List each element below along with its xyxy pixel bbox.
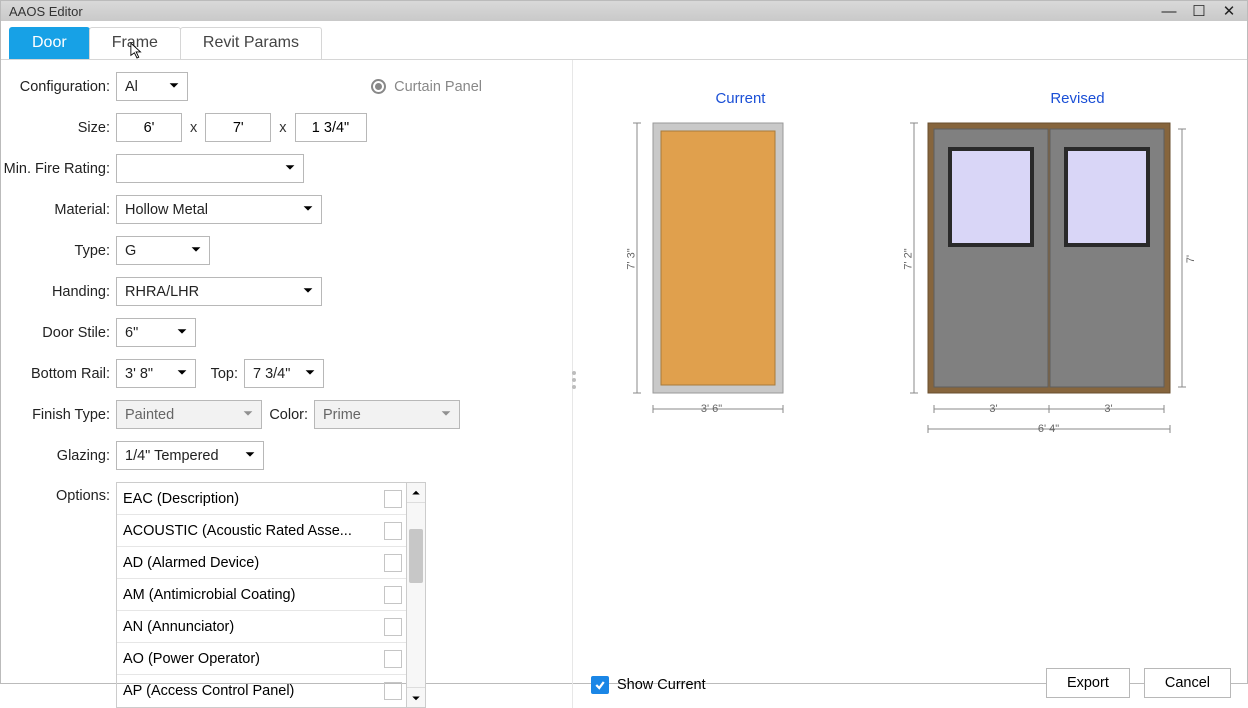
bottomrail-label: Bottom Rail: [1, 366, 116, 382]
cursor-icon [130, 42, 144, 60]
minimize-button[interactable]: — [1159, 1, 1179, 21]
radio-icon [371, 79, 386, 94]
option-checkbox[interactable] [384, 618, 402, 636]
chevron-down-icon [189, 242, 203, 260]
scroll-up-button[interactable] [407, 483, 425, 503]
title-bar: AAOS Editor — ☐ ✕ [1, 1, 1247, 21]
tab-frame[interactable]: Frame [89, 27, 181, 60]
option-row[interactable]: AN (Annunciator) [117, 611, 406, 643]
doorstile-label: Door Stile: [1, 325, 116, 341]
chevron-down-icon [175, 324, 189, 342]
doorstile-select[interactable]: 6" [116, 318, 196, 347]
window-title: AAOS Editor [9, 4, 83, 19]
chevron-down-icon [301, 283, 315, 301]
type-label: Type: [1, 243, 116, 259]
size-label: Size: [1, 120, 116, 136]
option-checkbox[interactable] [384, 682, 402, 700]
scroll-track[interactable] [407, 503, 425, 687]
option-row[interactable]: AO (Power Operator) [117, 643, 406, 675]
option-row[interactable]: AD (Alarmed Device) [117, 547, 406, 579]
finishtype-select[interactable]: Painted [116, 400, 262, 429]
scroll-thumb[interactable] [409, 529, 423, 583]
option-checkbox[interactable] [384, 490, 402, 508]
glazing-select[interactable]: 1/4" Tempered [116, 441, 264, 470]
configuration-label: Configuration: [1, 79, 116, 95]
tab-revit-params[interactable]: Revit Params [180, 27, 322, 60]
option-row[interactable]: AM (Antimicrobial Coating) [117, 579, 406, 611]
scroll-down-button[interactable] [407, 687, 425, 707]
option-row[interactable]: EAC (Description) [117, 483, 406, 515]
current-label: Current [715, 90, 765, 107]
handing-label: Handing: [1, 284, 116, 300]
configuration-select[interactable]: Al [116, 72, 188, 101]
option-checkbox[interactable] [384, 650, 402, 668]
revised-door-preview: 7' 2" 7' 3' 3' 6' 4" [904, 113, 1194, 443]
bottomrail-select[interactable]: 3' 8" [116, 359, 196, 388]
maximize-button[interactable]: ☐ [1189, 1, 1209, 21]
material-label: Material: [1, 202, 116, 218]
size-width-input[interactable]: 6' [116, 113, 182, 142]
size-height-input[interactable]: 7' [205, 113, 271, 142]
curtain-panel-radio[interactable]: Curtain Panel [371, 79, 482, 95]
chevron-down-icon [439, 406, 453, 424]
options-scrollbar[interactable] [406, 482, 426, 708]
chevron-down-icon [243, 447, 257, 465]
options-list[interactable]: EAC (Description) ACOUSTIC (Acoustic Rat… [116, 482, 406, 708]
type-select[interactable]: G [116, 236, 210, 265]
minfire-select[interactable] [116, 154, 304, 183]
top-select[interactable]: 7 3/4" [244, 359, 324, 388]
option-row[interactable]: AP (Access Control Panel) [117, 675, 406, 707]
chevron-down-icon [175, 365, 189, 383]
color-select[interactable]: Prime [314, 400, 460, 429]
close-button[interactable]: ✕ [1219, 1, 1239, 21]
option-checkbox[interactable] [384, 586, 402, 604]
tab-door[interactable]: Door [9, 27, 90, 60]
option-checkbox[interactable] [384, 554, 402, 572]
option-row[interactable]: ACOUSTIC (Acoustic Rated Asse... [117, 515, 406, 547]
chevron-down-icon [301, 201, 315, 219]
chevron-down-icon [303, 365, 317, 383]
top-label: Top: [196, 366, 244, 382]
color-label: Color: [262, 407, 314, 423]
options-label: Options: [1, 482, 116, 504]
current-door-preview: 7' 3" 3' 6" [627, 113, 797, 443]
option-checkbox[interactable] [384, 522, 402, 540]
chevron-down-icon [283, 160, 297, 178]
minfire-label: Min. Fire Rating: [1, 161, 116, 177]
revised-label: Revised [1050, 90, 1104, 107]
handing-select[interactable]: RHRA/LHR [116, 277, 322, 306]
chevron-down-icon [167, 78, 181, 96]
export-button[interactable]: Export [1046, 668, 1130, 698]
size-thickness-input[interactable]: 1 3/4" [295, 113, 367, 142]
glazing-label: Glazing: [1, 448, 116, 464]
checkbox-icon [591, 676, 609, 694]
chevron-down-icon [241, 406, 255, 424]
finishtype-label: Finish Type: [1, 407, 116, 423]
cancel-button[interactable]: Cancel [1144, 668, 1231, 698]
show-current-checkbox[interactable]: Show Current [591, 676, 706, 694]
material-select[interactable]: Hollow Metal [116, 195, 322, 224]
